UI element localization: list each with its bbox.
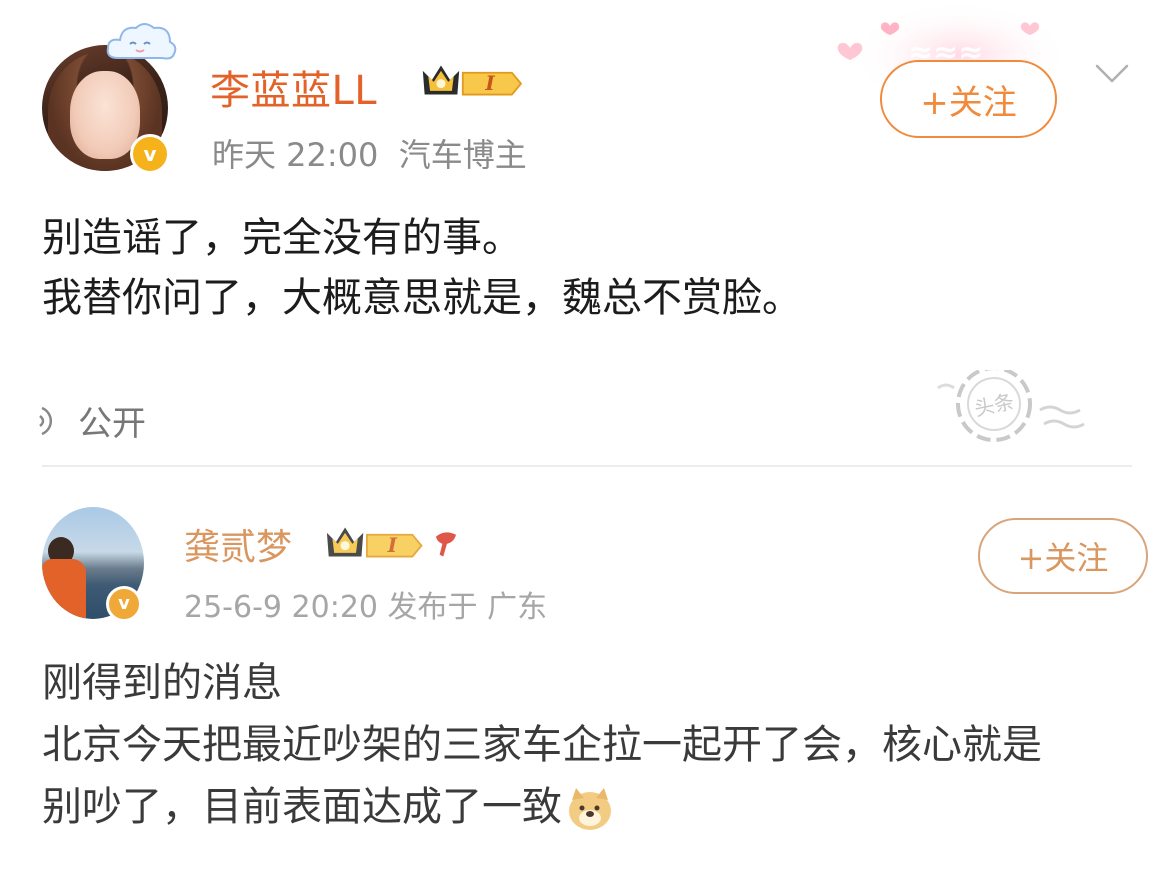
follow-button[interactable]: +关注 [978,518,1148,594]
svg-text:头条: 头条 [972,389,1016,421]
chevron-down-icon[interactable] [1094,60,1130,88]
post-body: 别造谣了，完全没有的事。 我替你问了，大概意思就是，魏总不赏脸。 [42,208,1142,328]
post-time: 昨天 22:00 [212,136,379,174]
post-body-line: 北京今天把最近吵架的三家车企拉一起开了会，核心就是 [42,722,1042,768]
post-meta: 昨天 22:00 汽车博主 [212,130,527,176]
visibility-indicator: 公开 [36,396,146,445]
post-body-line-text: 别吵了，目前表面达成了一致 [42,784,562,830]
author-name[interactable]: 李蓝蓝LL [210,58,377,116]
post-location: 发布于 广东 [387,590,548,625]
stamp-decoration-icon: 头条 [937,370,1085,442]
divider [42,465,1132,467]
author-tag: 汽车博主 [398,136,527,174]
post-body-line: 别吵了，目前表面达成了一致 [42,776,1162,838]
public-icon [39,406,52,435]
doge-emoji-icon [569,788,611,830]
post-date: 25-6-9 20:20 [184,590,378,625]
verified-badge-icon: v [130,134,170,174]
post-body-line: 刚得到的消息 [42,660,282,706]
visibility-label: 公开 [78,404,146,444]
author-name[interactable]: 龚贰梦 [184,518,292,570]
level-text: I [387,533,398,557]
level-text: I [484,71,495,95]
cloud-decoration-icon [106,23,177,60]
post-meta: 25-6-9 20:20 发布于 广东 [184,582,547,626]
post-body-line: 我替你问了，大概意思就是，魏总不赏脸。 [42,275,802,321]
member-crown-badge-icon: I [326,527,456,558]
member-crown-badge-icon: I [422,65,523,96]
follow-button[interactable]: +关注 [880,60,1057,138]
post-body-line: 别造谣了，完全没有的事。 [42,215,522,261]
verified-badge-icon: v [106,586,142,622]
post-body: 刚得到的消息 北京今天把最近吵架的三家车企拉一起开了会，核心就是 别吵了，目前表… [42,652,1162,838]
